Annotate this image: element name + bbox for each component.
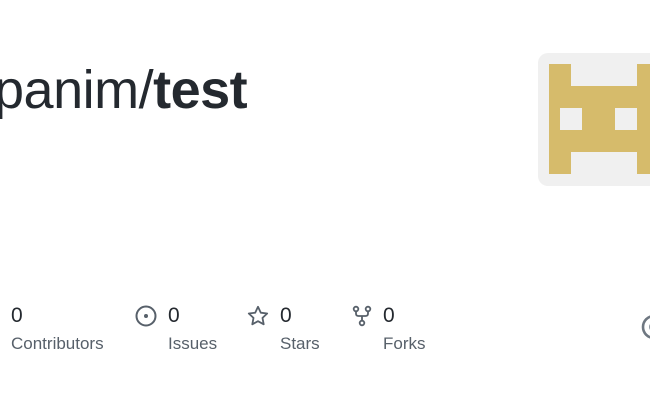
- repo-title[interactable]: panim/test: [0, 52, 248, 128]
- stars-label: Stars: [280, 334, 320, 353]
- repo-card: panim/test 0 Contributors 0 Issues 0 Sta…: [0, 0, 650, 400]
- github-mark-icon: [641, 315, 650, 339]
- stat-stars[interactable]: 0 Stars: [246, 300, 336, 360]
- contributors-label: Contributors: [11, 334, 104, 353]
- stat-forks[interactable]: 0 Forks: [350, 300, 450, 360]
- repo-name[interactable]: test: [153, 60, 248, 120]
- contributors-count: 0: [11, 304, 23, 327]
- stat-issues[interactable]: 0 Issues: [134, 300, 234, 360]
- repo-stats: 0 Contributors 0 Issues 0 Stars 0 Forks: [0, 300, 650, 370]
- forks-count: 0: [383, 304, 395, 327]
- forks-label: Forks: [383, 334, 426, 353]
- issue-opened-icon: [135, 305, 157, 327]
- star-icon: [247, 305, 269, 326]
- stars-count: 0: [280, 304, 292, 327]
- repo-forked-icon: [352, 305, 372, 327]
- issues-count: 0: [168, 304, 180, 327]
- identicon-icon: [549, 64, 650, 174]
- issues-label: Issues: [168, 334, 218, 353]
- repo-separator: /: [138, 60, 154, 120]
- owner-avatar[interactable]: [538, 53, 650, 186]
- repo-owner[interactable]: panim: [0, 60, 139, 120]
- stat-contributors[interactable]: 0 Contributors: [10, 300, 120, 360]
